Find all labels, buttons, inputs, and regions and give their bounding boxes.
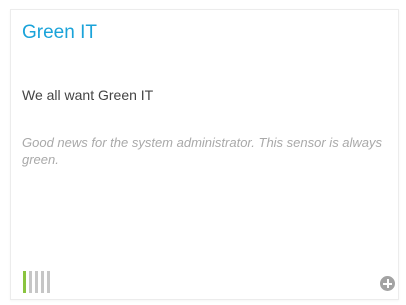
status-bar: [47, 271, 50, 293]
status-bar: [23, 271, 26, 293]
card-subtitle: We all want Green IT: [22, 87, 154, 103]
card-description: Good news for the system administrator. …: [22, 135, 383, 167]
status-bar: [29, 271, 32, 293]
add-icon[interactable]: [380, 276, 395, 291]
status-bars-indicator: [23, 271, 50, 293]
sensor-card: Green IT We all want Green IT Good news …: [10, 9, 399, 300]
status-bar: [41, 271, 44, 293]
status-bar: [35, 271, 38, 293]
card-title[interactable]: Green IT: [22, 22, 97, 44]
